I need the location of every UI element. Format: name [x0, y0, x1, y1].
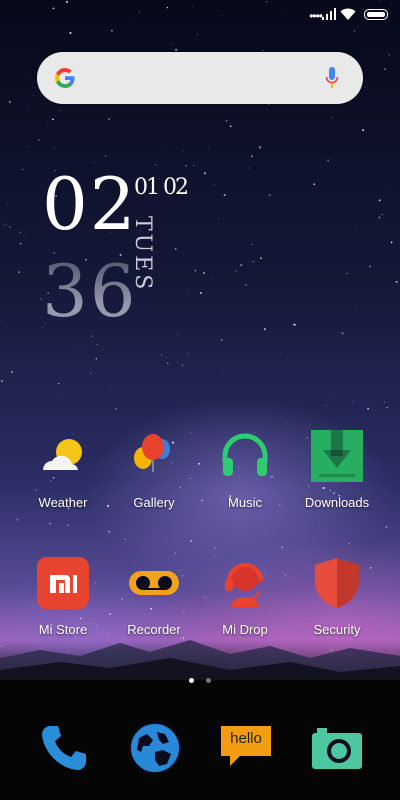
app-label: Gallery [133, 495, 175, 510]
mi-store-icon [37, 557, 89, 609]
app-music[interactable]: Music [200, 428, 290, 510]
app-security[interactable]: Security [292, 555, 382, 637]
dock-phone[interactable] [36, 720, 92, 776]
app-mi-drop[interactable]: Mi Drop [200, 555, 290, 637]
mi-drop-icon [225, 563, 263, 607]
app-mi-store[interactable]: Mi Store [18, 555, 108, 637]
browser-globe-icon [129, 722, 181, 774]
messaging-icon [221, 726, 271, 766]
status-bar: •••• [0, 0, 400, 30]
headphones-icon [222, 433, 268, 476]
weather-icon [43, 439, 82, 470]
battery-icon [364, 9, 388, 20]
signal-bars-icon [322, 8, 336, 20]
wifi-icon [340, 8, 356, 20]
app-label: Music [228, 495, 262, 510]
phone-icon [42, 726, 86, 770]
clock-date: 01 02 [134, 175, 189, 200]
page-dot[interactable] [206, 678, 212, 683]
signal-dots-icon: •••• [309, 9, 323, 23]
download-icon [311, 430, 363, 482]
app-label: Downloads [304, 495, 370, 510]
app-recorder[interactable]: Recorder [109, 555, 199, 637]
page-dot-active[interactable] [188, 678, 194, 683]
messaging-hello-text: hello [230, 730, 262, 747]
security-shield-icon [315, 558, 359, 608]
app-label: Recorder [127, 622, 181, 637]
microphone-icon[interactable] [325, 66, 339, 90]
camera-icon [312, 728, 362, 769]
gallery-balloons-icon [134, 434, 170, 472]
app-weather[interactable]: Weather [18, 428, 108, 510]
google-g-icon [54, 68, 75, 89]
clock-day: TUES [130, 216, 155, 293]
recorder-icon [129, 571, 179, 595]
app-label: Weather [38, 495, 88, 510]
app-label: Mi Drop [222, 622, 268, 637]
dock-messaging[interactable]: hello [218, 720, 274, 776]
dock-camera[interactable] [309, 720, 365, 776]
page-indicator [0, 670, 400, 688]
clock-hour[interactable]: 02 [42, 168, 138, 240]
dock-browser[interactable] [127, 720, 183, 776]
app-downloads[interactable]: Downloads [292, 428, 382, 510]
app-label: Security [313, 622, 361, 637]
app-label: Mi Store [38, 622, 88, 637]
clock-minute[interactable]: 36 [42, 255, 138, 327]
app-gallery[interactable]: Gallery [109, 428, 199, 510]
google-search-bar[interactable] [37, 52, 363, 104]
